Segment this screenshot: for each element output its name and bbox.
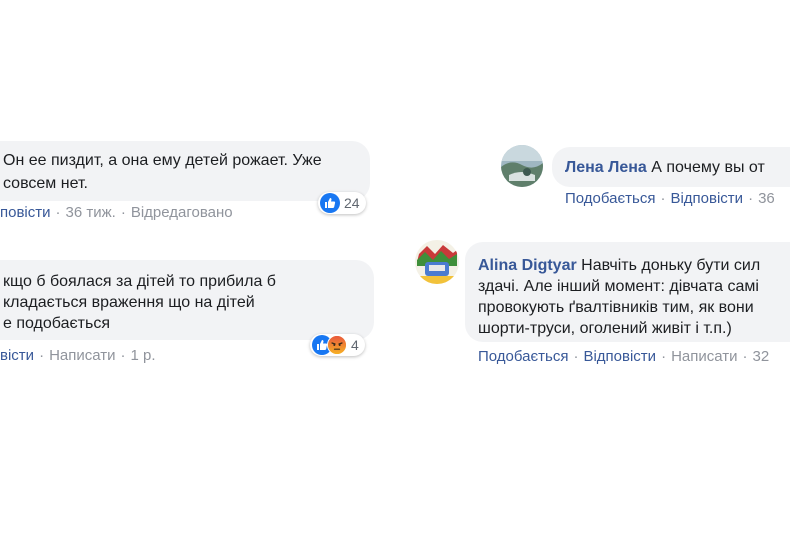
angry-face-icon bbox=[327, 335, 347, 355]
like-link[interactable]: Подобається bbox=[478, 348, 568, 365]
comment-text: Навчіть доньку бути сил bbox=[576, 257, 761, 274]
comment-bubble: кщо б боялася за дітей то прибила б клад… bbox=[0, 260, 374, 340]
write-link[interactable]: Написати bbox=[49, 347, 115, 364]
comment-author[interactable]: Alina Digtyar bbox=[478, 257, 577, 274]
comment-text: здачі. Але інший момент: дівчата самі bbox=[478, 278, 759, 295]
avatar[interactable] bbox=[501, 145, 543, 187]
thumbs-up-icon bbox=[320, 193, 340, 213]
reaction-count: 24 bbox=[344, 195, 360, 211]
reply-link[interactable]: Відповісти bbox=[583, 348, 656, 365]
comment-text: А почему вы от bbox=[646, 159, 765, 176]
avatar[interactable] bbox=[415, 240, 459, 284]
timestamp[interactable]: 36 bbox=[758, 190, 775, 207]
comment-text: провокують ґвалтівників тим, як вони bbox=[478, 299, 754, 316]
like-link[interactable]: Подобається bbox=[565, 190, 655, 207]
comment-text: Он ее пиздит, а она ему детей рожает. Уж… bbox=[3, 152, 322, 169]
comment-actions: Подобається · Відповісти · 36 bbox=[565, 190, 775, 207]
write-link[interactable]: Написати bbox=[671, 348, 737, 365]
timestamp[interactable]: 32 bbox=[753, 348, 770, 365]
comment-author[interactable]: Лена Лена bbox=[565, 159, 647, 176]
reaction-summary[interactable]: 4 bbox=[310, 334, 365, 356]
comment-actions: повісти · 36 тиж. · Відредаговано bbox=[0, 204, 233, 221]
reaction-summary[interactable]: 24 bbox=[318, 192, 366, 214]
comment-text: кладається враження що на дітей bbox=[3, 294, 255, 311]
timestamp[interactable]: 1 р. bbox=[131, 347, 156, 364]
comment-text: шорти-труси, оголений живіт і т.п.) bbox=[478, 320, 732, 337]
comment-actions: вісти · Написати · 1 р. bbox=[0, 347, 156, 364]
reply-link[interactable]: вісти bbox=[0, 347, 34, 364]
comment-bubble: Он ее пиздит, а она ему детей рожает. Уж… bbox=[0, 141, 370, 201]
edited-label[interactable]: Відредаговано bbox=[131, 204, 233, 221]
reply-link[interactable]: Відповісти bbox=[670, 190, 743, 207]
reply-link[interactable]: повісти bbox=[0, 204, 51, 221]
comment-text: кщо б боялася за дітей то прибила б bbox=[3, 273, 276, 290]
reaction-count: 4 bbox=[351, 337, 359, 353]
comment-bubble: Лена Лена А почему вы от bbox=[552, 147, 790, 187]
comment-text: е подобається bbox=[3, 315, 110, 332]
timestamp[interactable]: 36 тиж. bbox=[66, 204, 116, 221]
comment-text: совсем нет. bbox=[3, 175, 88, 192]
comment-actions: Подобається · Відповісти · Написати · 32 bbox=[478, 348, 770, 365]
comment-bubble: Alina Digtyar Навчіть доньку бути сил зд… bbox=[465, 242, 790, 342]
